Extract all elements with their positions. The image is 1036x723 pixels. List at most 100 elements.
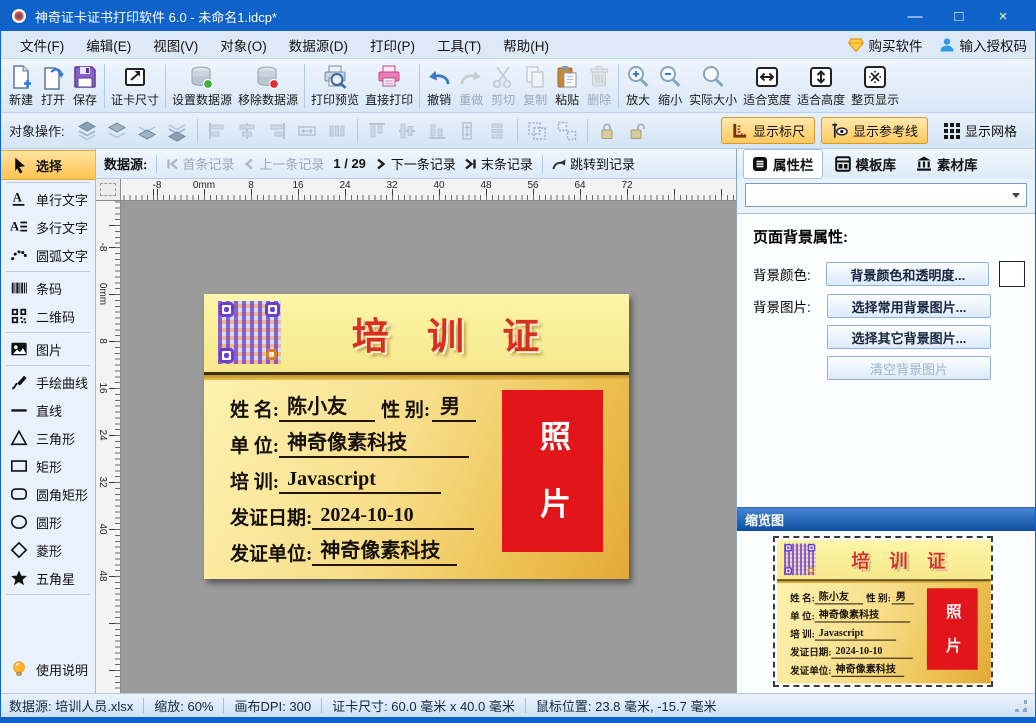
menu-file[interactable]: 文件(F) [9,31,75,59]
group-button[interactable] [524,118,551,144]
field-value-name[interactable]: 陈小友 [279,396,375,422]
tool-single-line-text[interactable]: A 单行文字 [1,185,95,213]
enter-license-link[interactable]: 输入授权码 [939,35,1028,55]
first-record-button[interactable]: 首条记录 [166,154,234,173]
tab-properties[interactable]: 属性栏 [743,149,823,179]
tab-materials[interactable]: 素材库 [908,150,986,178]
same-height-button[interactable] [454,118,481,144]
open-button[interactable]: 打开 [37,61,69,111]
menu-datasource[interactable]: 数据源(D) [278,31,359,59]
print-preview-button[interactable]: 打印预览 [308,61,362,111]
tool-qrcode[interactable]: 二维码 [1,302,95,330]
align-bottom-button[interactable] [424,118,451,144]
copy-button[interactable]: 复制 [519,61,551,111]
goto-record-button[interactable]: 跳转到记录 [552,154,635,173]
field-value-company[interactable]: 神奇像素科技 [279,432,469,458]
qr-code[interactable] [218,301,281,364]
paste-button[interactable]: 粘贴 [551,61,583,111]
bring-to-front-button[interactable] [74,118,101,144]
close-button[interactable]: × [981,1,1025,31]
align-middle-button[interactable] [394,118,421,144]
show-grid-toggle[interactable]: 显示网格 [934,117,1027,144]
tool-circle[interactable]: 圆形 [1,508,95,536]
guides-eye-icon [831,122,848,139]
menu-help[interactable]: 帮助(H) [492,31,560,59]
menu-object[interactable]: 对象(O) [209,31,278,59]
last-record-button[interactable]: 末条记录 [465,154,533,173]
tool-arc-text[interactable]: 圆弧文字 [1,241,95,269]
tool-image[interactable]: 图片 [1,335,95,363]
redo-button[interactable]: 重做 [455,61,487,111]
tool-rounded-rectangle[interactable]: 圆角矩形 [1,480,95,508]
undo-button[interactable]: 撤销 [423,61,455,111]
photo-placeholder[interactable]: 照 片 [502,390,603,552]
card-design[interactable]: 培 训 证 姓 名:陈小友 性 别:男 单 位:神奇像素科技 [204,294,629,579]
direct-print-button[interactable]: 直接打印 [362,61,416,111]
fit-width-button[interactable]: 适合宽度 [740,61,794,111]
tool-multi-line-text[interactable]: A 多行文字 [1,213,95,241]
align-top-button[interactable] [364,118,391,144]
distribute-vertical-button[interactable] [484,118,511,144]
menu-view[interactable]: 视图(V) [142,31,209,59]
menu-tools[interactable]: 工具(T) [426,31,492,59]
align-right-button[interactable] [264,118,291,144]
minimize-button[interactable]: — [893,1,937,31]
card-size-button[interactable]: 证卡尺寸 [108,61,162,111]
tab-templates[interactable]: 模板库 [827,150,905,178]
new-button[interactable]: 新建 [5,61,37,111]
fit-height-button[interactable]: 适合高度 [794,61,848,111]
zoom-in-button[interactable]: 放大 [622,61,654,111]
distribute-horizontal-button[interactable] [324,118,351,144]
send-to-back-button[interactable] [164,118,191,144]
field-value-issue-date[interactable]: 2024-10-10 [312,504,474,530]
same-width-button[interactable] [294,118,321,144]
align-center-h-button[interactable] [234,118,261,144]
bring-forward-button[interactable] [104,118,131,144]
tool-line[interactable]: 直线 [1,396,95,424]
show-ruler-toggle[interactable]: 显示标尺 [721,117,815,144]
background-color-button[interactable]: 背景颜色和透明度... [826,262,989,286]
fit-page-button[interactable]: 整页显示 [848,61,902,111]
previous-record-button[interactable]: 上一条记录 [243,154,324,173]
object-selector-combobox[interactable] [745,183,1027,207]
resize-grip[interactable] [1015,700,1027,712]
tool-triangle[interactable]: 三角形 [1,424,95,452]
ungroup-button[interactable] [554,118,581,144]
buy-software-link[interactable]: 购买软件 [848,35,923,55]
send-backward-button[interactable] [134,118,161,144]
choose-common-background-button[interactable]: 选择常用背景图片... [827,294,991,318]
maximize-button[interactable]: □ [937,1,981,31]
field-value-training[interactable]: Javascript [279,468,441,494]
remove-datasource-button[interactable]: 移除数据源 [235,61,301,111]
field-value-issuer[interactable]: 神奇像素科技 [312,540,457,566]
align-left-button[interactable] [204,118,231,144]
menu-print[interactable]: 打印(P) [359,31,426,59]
horizontal-ruler[interactable]: -8 0mm 8 16 24 32 40 48 56 64 72 [121,179,736,201]
design-canvas[interactable]: 培 训 证 姓 名:陈小友 性 别:男 单 位:神奇像素科技 [121,201,736,693]
main-area: 选择 A 单行文字 A 多行文字 圆弧文字 条码 二维码 [1,149,1035,693]
help-link[interactable]: 使用说明 [1,655,95,683]
show-guides-toggle[interactable]: 显示参考线 [821,117,928,144]
clear-background-button[interactable]: 清空背景图片 [827,356,991,380]
save-button[interactable]: 保存 [69,61,101,111]
tool-star[interactable]: 五角星 [1,564,95,592]
choose-other-background-button[interactable]: 选择其它背景图片... [827,325,991,349]
zoom-out-button[interactable]: 缩小 [654,61,686,111]
background-color-swatch[interactable] [999,261,1025,287]
tool-barcode[interactable]: 条码 [1,274,95,302]
tool-rectangle[interactable]: 矩形 [1,452,95,480]
field-value-gender[interactable]: 男 [432,396,476,422]
unlock-button[interactable] [624,118,651,144]
tool-select[interactable]: 选择 [1,150,95,180]
lock-button[interactable] [594,118,621,144]
menu-edit[interactable]: 编辑(E) [75,31,142,59]
next-record-button[interactable]: 下一条记录 [375,154,456,173]
set-datasource-button[interactable]: 设置数据源 [169,61,235,111]
tool-freehand-curve[interactable]: 手绘曲线 [1,368,95,396]
tool-diamond[interactable]: 菱形 [1,536,95,564]
actual-size-button[interactable]: 实际大小 [686,61,740,111]
vertical-ruler[interactable]: -8 0mm 8 16 24 32 40 48 [96,201,121,693]
cut-button[interactable]: 剪切 [487,61,519,111]
delete-button[interactable]: 删除 [583,61,615,111]
app-icon[interactable] [11,8,27,24]
